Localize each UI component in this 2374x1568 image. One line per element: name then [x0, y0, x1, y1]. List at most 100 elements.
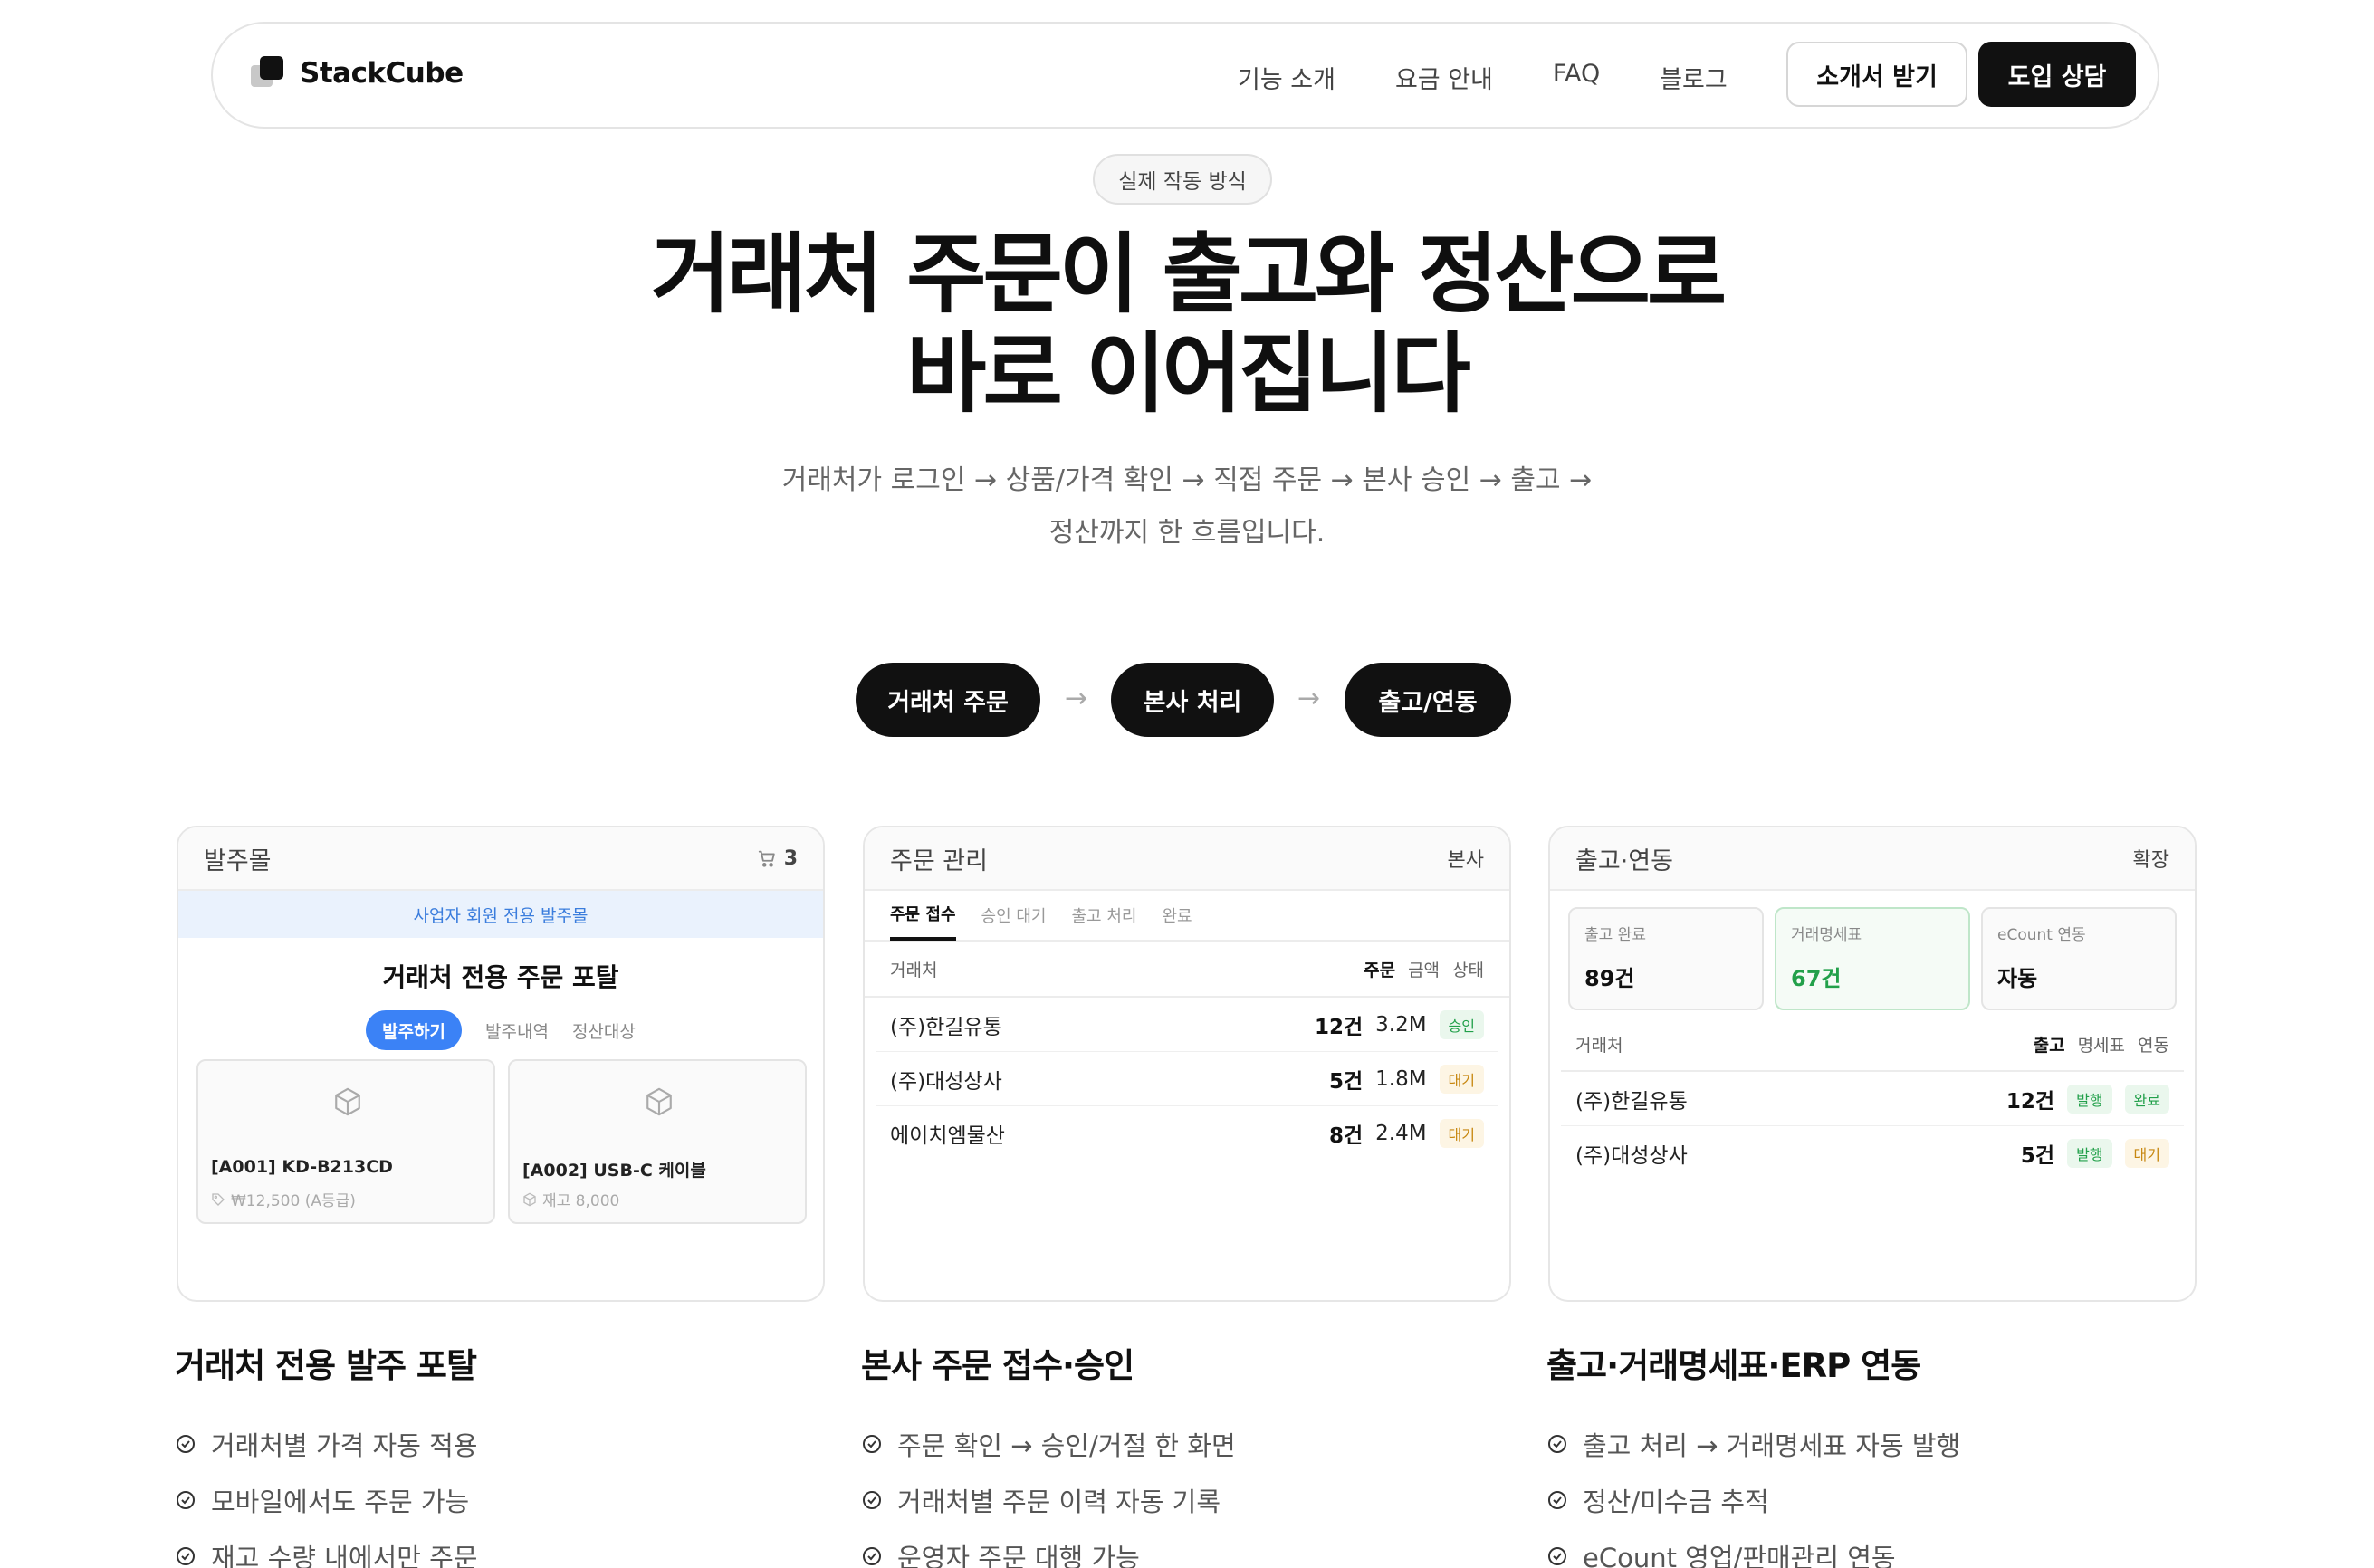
stat-value: 67건	[1791, 966, 1842, 991]
tab-shipping[interactable]: 출고 처리	[1071, 890, 1136, 941]
portal-tabs: 발주하기 발주내역 정산대상	[178, 1010, 823, 1050]
cart-button[interactable]: 3	[757, 847, 798, 870]
nav-link-faq[interactable]: FAQ	[1553, 60, 1600, 95]
card-header: 출고·연동 확장	[1550, 827, 2195, 891]
stat-value: 자동	[1997, 966, 2038, 991]
product-name: [A002] USB-C 케이블	[522, 1161, 706, 1181]
feature-item: 주문 확인 → 승인/거절 한 화면	[861, 1416, 1509, 1472]
flow-step-customer-order[interactable]: 거래처 주문	[856, 663, 1040, 737]
feature-item: 모바일에서도 주문 가능	[175, 1472, 823, 1528]
status-badge: 대기	[1439, 1119, 1484, 1148]
order-status-tabs: 주문 접수 승인 대기 출고 처리 완료	[865, 891, 1509, 942]
feature-item-text: eCount 영업/판매관리 연동	[1583, 1543, 1896, 1568]
portal-title: 거래처 전용 주문 포탈	[382, 962, 619, 992]
feature-list: 출고 처리 → 거래명세표 자동 발행 정산/미수금 추적 eCount 영업/…	[1546, 1416, 2195, 1568]
table-header: 거래처 출고 명세표 연동	[1561, 1018, 2184, 1072]
stat-ecount-sync: eCount 연동 자동	[1981, 907, 2177, 1010]
table-row[interactable]: 에이치엠물산 8건 2.4M 대기	[876, 1106, 1498, 1161]
tab-complete[interactable]: 완료	[1162, 890, 1192, 941]
customer-name: (주)대성상사	[1575, 1144, 1688, 1168]
nav-link-features[interactable]: 기능 소개	[1238, 60, 1335, 95]
col-header-invoice: 명세표	[2077, 1035, 2126, 1056]
stat-label: eCount 연동	[1997, 926, 2086, 944]
stat-invoices: 거래명세표 67건	[1775, 907, 1970, 1010]
sync-badge: 완료	[2124, 1084, 2169, 1114]
feature-title: 거래처 전용 발주 포탈	[175, 1346, 477, 1385]
nav-links: 기능 소개 요금 안내 FAQ 블로그	[1238, 60, 1787, 95]
shipped-count: 12건	[2005, 1089, 2055, 1114]
shipped-count: 5건	[2020, 1144, 2055, 1168]
box-small-icon	[523, 1192, 536, 1206]
card-title: 발주몰	[204, 846, 272, 875]
table-row[interactable]: (주)대성상사 5건 1.8M 대기	[876, 1052, 1498, 1106]
customer-name: (주)대성상사	[890, 1069, 1002, 1094]
tab-order-received[interactable]: 주문 접수	[890, 890, 956, 941]
feature-shipping-erp: 출고·거래명세표·ERP 연동 출고 처리 → 거래명세표 자동 발행 정산/미…	[1546, 1338, 2195, 1568]
feature-item-text: 거래처별 가격 자동 적용	[211, 1430, 478, 1461]
tab-order-history[interactable]: 발주내역	[485, 1018, 549, 1043]
product-name: [A001] KD-B213CD	[211, 1157, 393, 1177]
table-row[interactable]: (주)대성상사 5건 발행 대기	[1561, 1126, 2184, 1181]
status-badge: 승인	[1439, 1009, 1484, 1039]
cart-count: 3	[783, 846, 798, 870]
card-scope-label: 확장	[2132, 849, 2169, 872]
invoice-badge: 발행	[2067, 1084, 2112, 1114]
nav-link-blog[interactable]: 블로그	[1660, 60, 1728, 95]
invoice-badge: 발행	[2067, 1139, 2112, 1168]
card-header: 주문 관리 본사	[865, 827, 1509, 891]
order-amount: 3.2M	[1375, 1012, 1427, 1037]
customer-name: (주)한길유통	[890, 1015, 1002, 1039]
box-icon	[646, 1087, 672, 1116]
flow-step-shipping-sync[interactable]: 출고/연동	[1345, 663, 1511, 737]
flow-step-hq-processing[interactable]: 본사 처리	[1111, 663, 1274, 737]
tag-icon	[212, 1192, 225, 1206]
sync-badge: 대기	[2124, 1139, 2169, 1168]
status-badge: 대기	[1439, 1064, 1484, 1094]
brand-logo[interactable]: StackCube	[251, 56, 464, 91]
nav-link-pricing[interactable]: 요금 안내	[1395, 60, 1493, 95]
tab-settlement[interactable]: 정산대상	[572, 1018, 636, 1043]
feature-ordering-portal: 거래처 전용 발주 포탈 거래처별 가격 자동 적용 모바일에서도 주문 가능 …	[175, 1338, 823, 1568]
check-circle-icon	[863, 1547, 881, 1565]
feature-item: 재고 수량 내에서만 주문	[175, 1528, 823, 1568]
tab-awaiting-approval[interactable]: 승인 대기	[981, 890, 1047, 941]
hero-title: 거래처 주문이 출고와 정산으로 바로 이어집니다	[0, 225, 2374, 424]
get-brochure-button[interactable]: 소개서 받기	[1786, 42, 1967, 107]
product-price-text: ₩12,500 (A등급)	[231, 1192, 356, 1210]
card-header: 발주몰 3	[178, 827, 823, 891]
brand-name: StackCube	[300, 57, 464, 90]
feature-item-text: 주문 확인 → 승인/거절 한 화면	[897, 1430, 1236, 1461]
product-stock: 재고 8,000	[522, 1188, 619, 1210]
order-count: 5건	[1328, 1069, 1364, 1094]
cart-icon	[758, 850, 775, 867]
stat-shipped: 출고 완료 89건	[1568, 907, 1764, 1010]
order-count: 12건	[1314, 1015, 1364, 1039]
product-card[interactable]: [A002] USB-C 케이블 재고 8,000	[508, 1059, 807, 1224]
stackcube-logo-icon	[251, 56, 285, 91]
feature-item-text: 거래처별 주문 이력 자동 기록	[897, 1487, 1221, 1517]
check-circle-icon	[863, 1435, 881, 1453]
top-navbar: StackCube 기능 소개 요금 안내 FAQ 블로그 소개서 받기 도입 …	[211, 22, 2159, 129]
table-row[interactable]: (주)한길유통 12건 발행 완료	[1561, 1072, 2184, 1126]
stats-row: 출고 완료 89건 거래명세표 67건 eCount 연동 자동	[1550, 891, 2195, 1010]
col-header-orders: 주문	[1364, 960, 1396, 980]
col-header-customer: 거래처	[890, 960, 938, 980]
ordering-mall-card: 발주몰 3 사업자 회원 전용 발주몰 거래처 전용 주문 포탈 발주하기 발주…	[177, 826, 825, 1302]
feature-title: 본사 주문 접수·승인	[861, 1346, 1134, 1385]
tab-place-order[interactable]: 발주하기	[366, 1010, 463, 1050]
table-row[interactable]: (주)한길유통 12건 3.2M 승인	[876, 998, 1498, 1052]
product-card[interactable]: [A001] KD-B213CD ₩12,500 (A등급)	[196, 1059, 495, 1224]
table-header: 거래처 주문 금액 상태	[865, 942, 1509, 998]
order-amount: 1.8M	[1375, 1066, 1427, 1091]
hero-title-line-1: 거래처 주문이 출고와 정산으로	[650, 224, 1727, 325]
feature-item-text: 재고 수량 내에서만 주문	[211, 1543, 478, 1568]
flow-arrow-icon: →	[1297, 683, 1321, 714]
feature-title: 출고·거래명세표·ERP 연동	[1546, 1346, 1921, 1385]
consult-button[interactable]: 도입 상담	[1978, 42, 2136, 107]
feature-order-approval: 본사 주문 접수·승인 주문 확인 → 승인/거절 한 화면 거래처별 주문 이…	[861, 1338, 1509, 1568]
check-circle-icon	[1548, 1435, 1566, 1453]
stat-label: 거래명세표	[1791, 926, 1862, 944]
card-scope-label: 본사	[1447, 849, 1484, 872]
feature-item: 거래처별 주문 이력 자동 기록	[861, 1472, 1509, 1528]
col-header-sync: 연동	[2138, 1035, 2169, 1056]
